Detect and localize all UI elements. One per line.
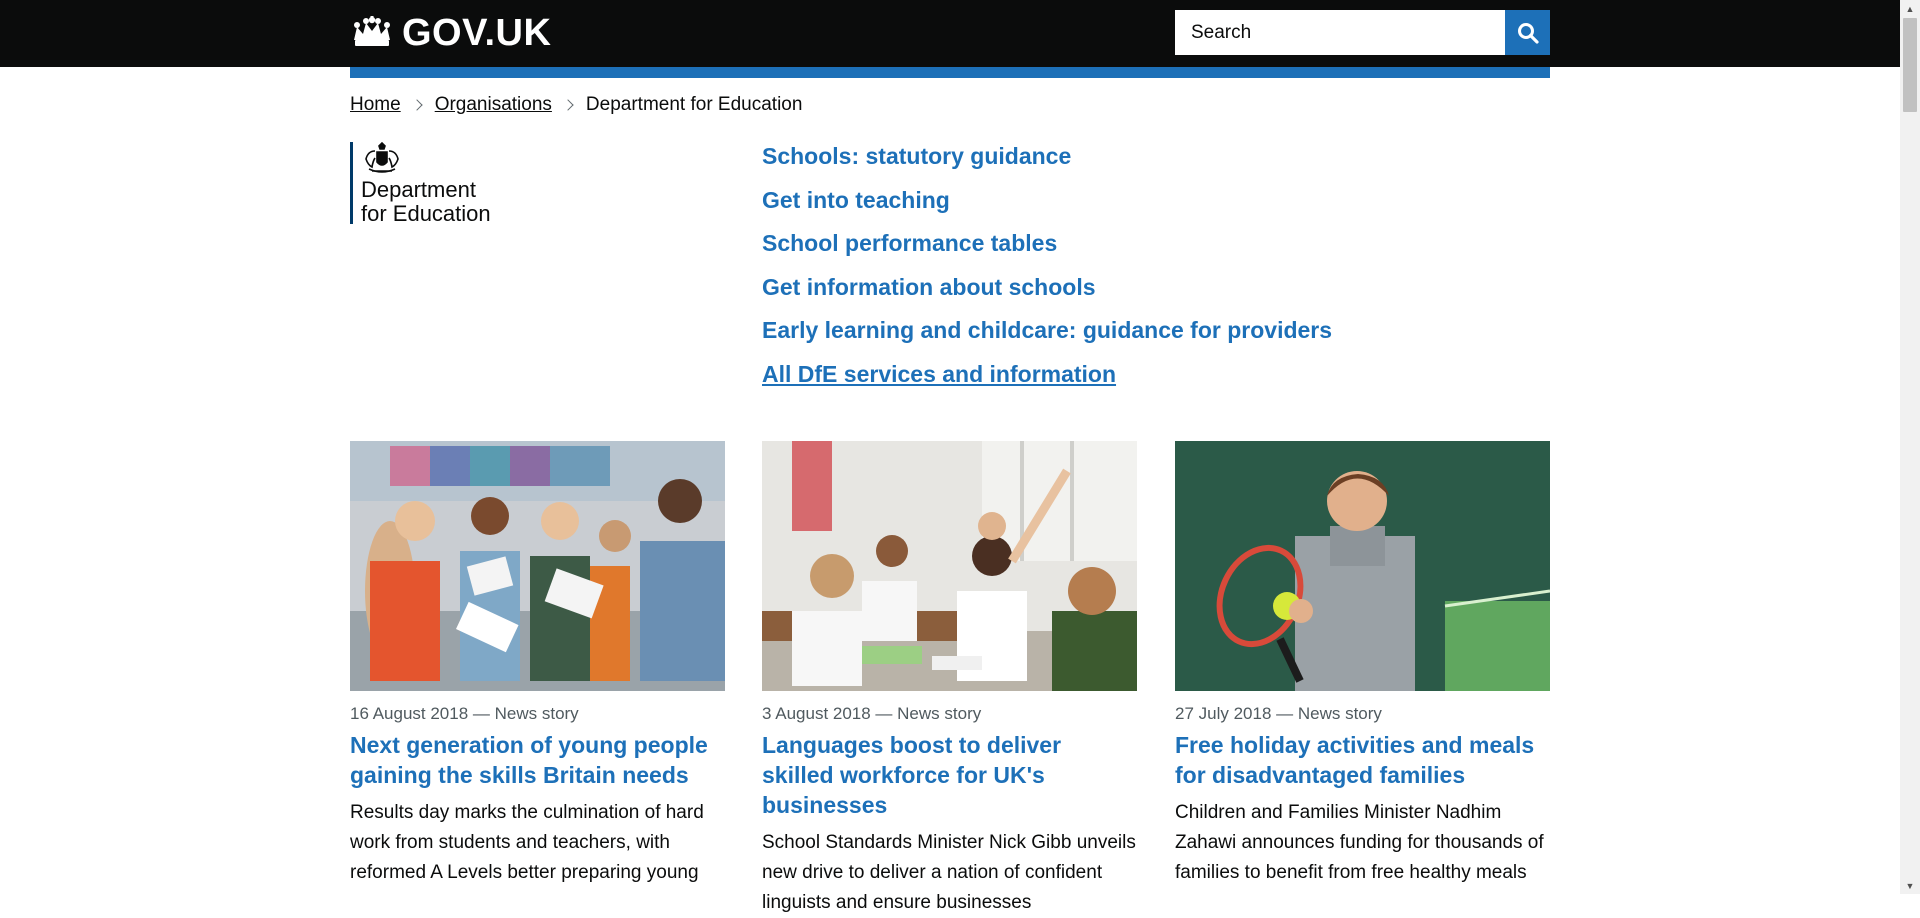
featured-link-item: Get into teaching xyxy=(762,185,1332,229)
featured-link-item: Early learning and childcare: guidance f… xyxy=(762,315,1332,359)
organisation-logo: Department for Education xyxy=(350,142,551,226)
news-card: 3 August 2018 — News story Languages boo… xyxy=(762,441,1137,918)
scrollbar-track[interactable] xyxy=(1900,0,1920,894)
search-input[interactable] xyxy=(1175,10,1505,55)
link-schools-statutory-guidance[interactable]: Schools: statutory guidance xyxy=(762,143,1071,169)
govuk-logo-link[interactable]: GOV.UK xyxy=(350,13,551,53)
news-card: 16 August 2018 — News story Next generat… xyxy=(350,441,725,888)
featured-link-item: All DfE services and information xyxy=(762,359,1332,403)
news-meta: 16 August 2018 — News story xyxy=(350,704,579,723)
logo-text: GOV.UK xyxy=(402,12,552,54)
news-description: School Standards Minister Nick Gibb unve… xyxy=(762,832,1136,913)
organisation-name: Department for Education xyxy=(361,178,551,226)
breadcrumb: Home Organisations Department for Educat… xyxy=(350,93,802,117)
scroll-up-arrow-icon[interactable]: ▲ xyxy=(1900,0,1920,17)
search-icon xyxy=(1517,22,1539,44)
search-button[interactable] xyxy=(1505,10,1550,55)
news-description: Results day marks the culmination of har… xyxy=(350,802,704,883)
news-title-link[interactable]: Free holiday activities and meals for di… xyxy=(1175,730,1550,790)
news-meta: 3 August 2018 — News story xyxy=(762,704,982,723)
news-card: 27 July 2018 — News story Free holiday a… xyxy=(1175,441,1550,888)
featured-link-item: School performance tables xyxy=(762,228,1332,272)
breadcrumb-current: Department for Education xyxy=(585,94,803,115)
link-get-information-about-schools[interactable]: Get information about schools xyxy=(762,274,1096,300)
chevron-right-icon xyxy=(411,99,423,111)
link-early-learning-childcare[interactable]: Early learning and childcare: guidance f… xyxy=(762,317,1332,343)
scroll-down-arrow-icon[interactable]: ▼ xyxy=(1900,877,1920,894)
news-title-link[interactable]: Next generation of young people gaining … xyxy=(350,730,725,790)
crown-icon xyxy=(354,16,390,46)
news-image-students-results[interactable] xyxy=(350,441,725,691)
royal-arms-icon xyxy=(365,142,399,173)
featured-link-item: Schools: statutory guidance xyxy=(762,141,1332,185)
news-description: Children and Families Minister Nadhim Za… xyxy=(1175,802,1544,883)
featured-links-list: Schools: statutory guidance Get into tea… xyxy=(762,141,1332,403)
news-meta: 27 July 2018 — News story xyxy=(1175,704,1382,723)
chevron-right-icon xyxy=(562,99,574,111)
breadcrumb-home[interactable]: Home xyxy=(350,93,401,117)
scrollbar-thumb[interactable] xyxy=(1903,18,1917,112)
header-blue-bar xyxy=(350,67,1550,78)
breadcrumb-organisations[interactable]: Organisations xyxy=(435,93,552,117)
site-header: GOV.UK xyxy=(0,0,1900,67)
link-school-performance-tables[interactable]: School performance tables xyxy=(762,230,1057,256)
link-all-dfe-services[interactable]: All DfE services and information xyxy=(762,361,1116,387)
link-get-into-teaching[interactable]: Get into teaching xyxy=(762,187,950,213)
news-title-link[interactable]: Languages boost to deliver skilled workf… xyxy=(762,730,1137,820)
organisation-name-line2: for Education xyxy=(361,201,491,226)
featured-link-item: Get information about schools xyxy=(762,272,1332,316)
news-image-classroom[interactable] xyxy=(762,441,1137,691)
organisation-name-line1: Department xyxy=(361,177,476,202)
news-image-tennis-boy[interactable] xyxy=(1175,441,1550,691)
